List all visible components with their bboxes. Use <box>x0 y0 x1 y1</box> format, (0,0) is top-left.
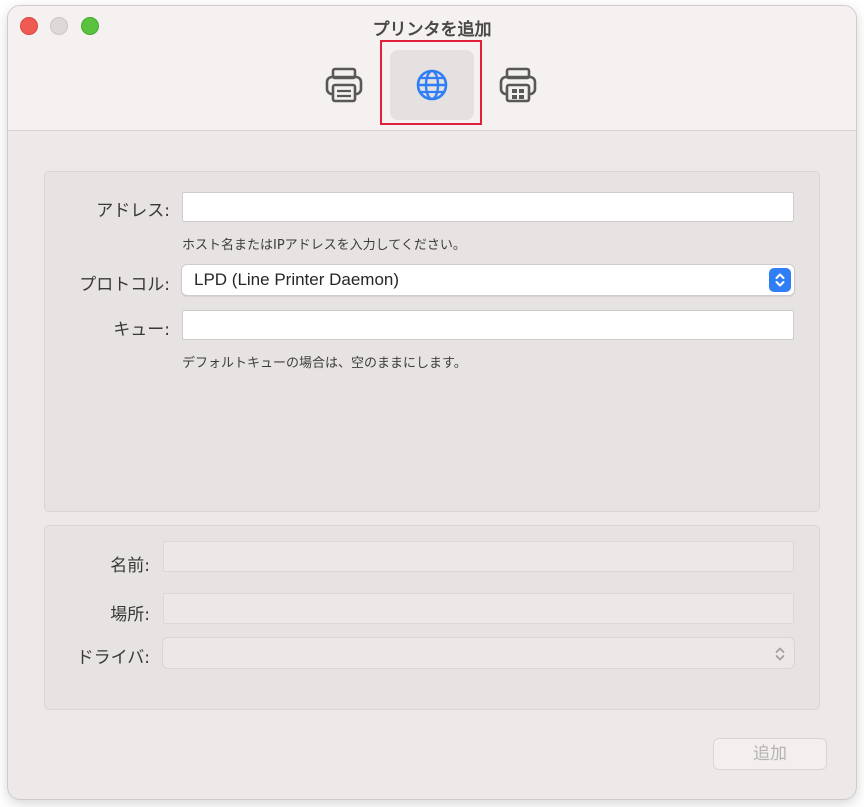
protocol-selected-value: LPD (Line Printer Daemon) <box>194 270 400 289</box>
protocol-select[interactable]: LPD (Line Printer Daemon) <box>181 264 795 296</box>
address-input[interactable] <box>182 192 794 222</box>
queue-hint: デフォルトキューの場合は、空のままにします。 <box>182 356 467 371</box>
toolbar-default-button[interactable] <box>302 50 386 120</box>
address-label: アドレス: <box>96 201 170 221</box>
driver-label: ドライバ: <box>76 648 150 668</box>
location-label: 場所: <box>110 605 150 625</box>
title-bar: プリンタを追加 <box>8 6 856 131</box>
selection-highlight-box <box>380 40 482 125</box>
queue-label: キュー: <box>113 320 170 340</box>
printer-icon <box>325 67 363 103</box>
queue-input[interactable] <box>182 310 794 340</box>
connection-panel <box>44 171 820 512</box>
address-hint: ホスト名またはIPアドレスを入力してください。 <box>182 238 466 253</box>
windows-printer-icon <box>499 67 537 103</box>
toolbar-windows-button[interactable] <box>476 50 560 120</box>
name-label: 名前: <box>110 556 150 576</box>
window-title: プリンタを追加 <box>372 20 492 40</box>
location-input[interactable] <box>163 593 794 624</box>
protocol-label: プロトコル: <box>79 275 170 295</box>
name-input[interactable] <box>163 541 794 572</box>
driver-select[interactable] <box>162 637 795 669</box>
updown-chevron-icon <box>769 268 791 292</box>
add-button[interactable]: 追加 <box>713 738 827 770</box>
add-printer-window: プリンタを追加 アドレス: ホスト名またはIPアドレスを入力してください。 プロ… <box>8 6 856 799</box>
updown-chevron-icon <box>775 647 785 661</box>
